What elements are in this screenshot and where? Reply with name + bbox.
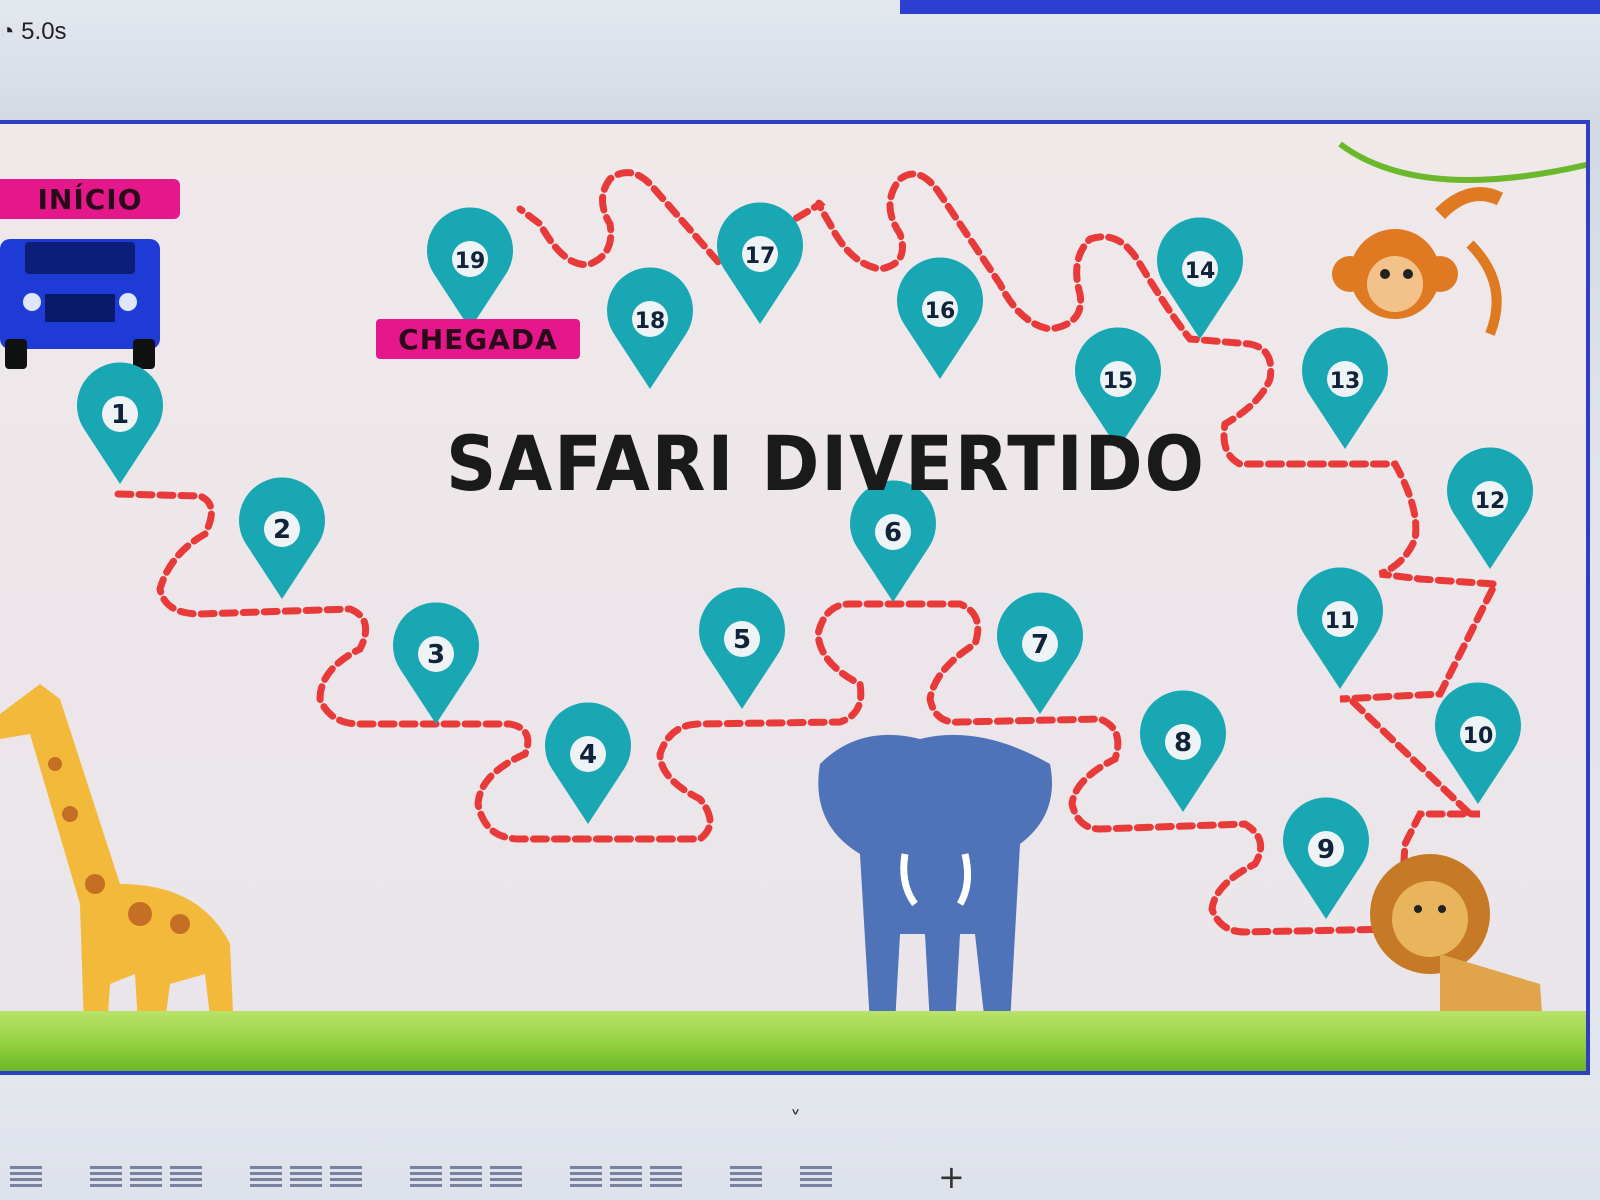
- thumbnail-icon[interactable]: [330, 1166, 362, 1188]
- board-space-10[interactable]: 10: [1434, 682, 1522, 804]
- slide-canvas[interactable]: 1 2 3 4 5 6 7 8 9 10 11 12 13 14 15 16 17 18 19 INÍCIO CHE…: [0, 120, 1590, 1075]
- space-number: 4: [579, 740, 597, 770]
- thumbnail-icon[interactable]: [650, 1166, 682, 1188]
- finish-label: CHEGADA: [376, 319, 580, 359]
- more-options-icon[interactable]: [800, 1166, 832, 1188]
- clock-icon: ◔: [0, 18, 15, 45]
- board-space-9[interactable]: 9: [1283, 797, 1369, 919]
- space-number: 16: [925, 299, 956, 324]
- thumbnail-icon[interactable]: [90, 1166, 122, 1188]
- start-label: INÍCIO: [0, 179, 180, 219]
- dotted-path: [114, 169, 1501, 936]
- space-number: 10: [1463, 724, 1494, 749]
- space-number: 19: [455, 249, 486, 274]
- thumbnail-icon[interactable]: [130, 1166, 162, 1188]
- space-number: 2: [273, 515, 291, 545]
- board-space-13[interactable]: 13: [1301, 327, 1388, 449]
- window-accent-strip: [900, 0, 1600, 14]
- space-number: 3: [427, 640, 445, 670]
- board-space-14[interactable]: 14: [1157, 217, 1243, 339]
- board-space-19[interactable]: 19: [427, 207, 513, 329]
- thumbnail-icon[interactable]: [570, 1166, 602, 1188]
- transition-timer[interactable]: ◔ 5.0s: [0, 18, 67, 46]
- space-number: 6: [884, 518, 902, 548]
- board-space-17[interactable]: 17: [717, 202, 804, 324]
- jeep-illustration: [0, 239, 160, 369]
- thumbnail-icon[interactable]: [10, 1166, 42, 1188]
- add-page-button[interactable]: +: [938, 1158, 965, 1196]
- thumbnail-icon[interactable]: [450, 1166, 482, 1188]
- elephant-illustration: [818, 734, 1052, 1024]
- thumbnail-icon[interactable]: [250, 1166, 282, 1188]
- board-space-1[interactable]: 1: [77, 362, 163, 484]
- grid-view-icon[interactable]: [730, 1166, 762, 1188]
- board-space-12[interactable]: 12: [1446, 447, 1533, 569]
- monkey-illustration: [1332, 141, 1586, 336]
- thumbnail-icon[interactable]: [290, 1166, 322, 1188]
- board-space-7[interactable]: 7: [997, 592, 1083, 714]
- thumbnail-icon[interactable]: [490, 1166, 522, 1188]
- thumbnail-icon[interactable]: [170, 1166, 202, 1188]
- space-number: 9: [1317, 835, 1335, 865]
- board-graphics: 12345678910111213141516171819: [0, 141, 1586, 1059]
- board-space-3[interactable]: 3: [392, 602, 479, 724]
- board-space-8[interactable]: 8: [1140, 690, 1226, 812]
- board-space-11[interactable]: 11: [1297, 567, 1383, 689]
- space-number: 18: [635, 309, 666, 334]
- space-number: 13: [1330, 369, 1361, 394]
- space-number: 5: [733, 625, 751, 655]
- space-number: 12: [1475, 489, 1506, 514]
- space-number: 8: [1174, 728, 1192, 758]
- board-space-5[interactable]: 5: [698, 587, 785, 709]
- space-number: 17: [745, 244, 776, 269]
- space-number: 1: [111, 400, 129, 430]
- space-number: 11: [1325, 609, 1356, 634]
- board-space-18[interactable]: 18: [607, 267, 693, 389]
- giraffe-illustration: [0, 684, 235, 1059]
- space-number: 15: [1103, 369, 1134, 394]
- board-space-16[interactable]: 16: [897, 257, 983, 379]
- space-number: 14: [1185, 259, 1216, 284]
- bottom-toolbar: ˅ +: [0, 1080, 1600, 1200]
- slide-title[interactable]: SAFARI DIVERTIDO: [446, 419, 1204, 509]
- board-space-2[interactable]: 2: [239, 477, 326, 599]
- board-spaces: 12345678910111213141516171819: [77, 202, 1533, 919]
- thumbnail-icon[interactable]: [410, 1166, 442, 1188]
- board-space-4[interactable]: 4: [545, 702, 632, 824]
- thumbnail-icon[interactable]: [610, 1166, 642, 1188]
- space-number: 7: [1031, 630, 1049, 660]
- timer-value: 5.0s: [21, 18, 67, 45]
- grass-strip: [0, 1011, 1586, 1071]
- app-top-bar: ◔ 5.0s: [0, 0, 1600, 112]
- collapse-caret-icon[interactable]: ˅: [790, 1108, 801, 1133]
